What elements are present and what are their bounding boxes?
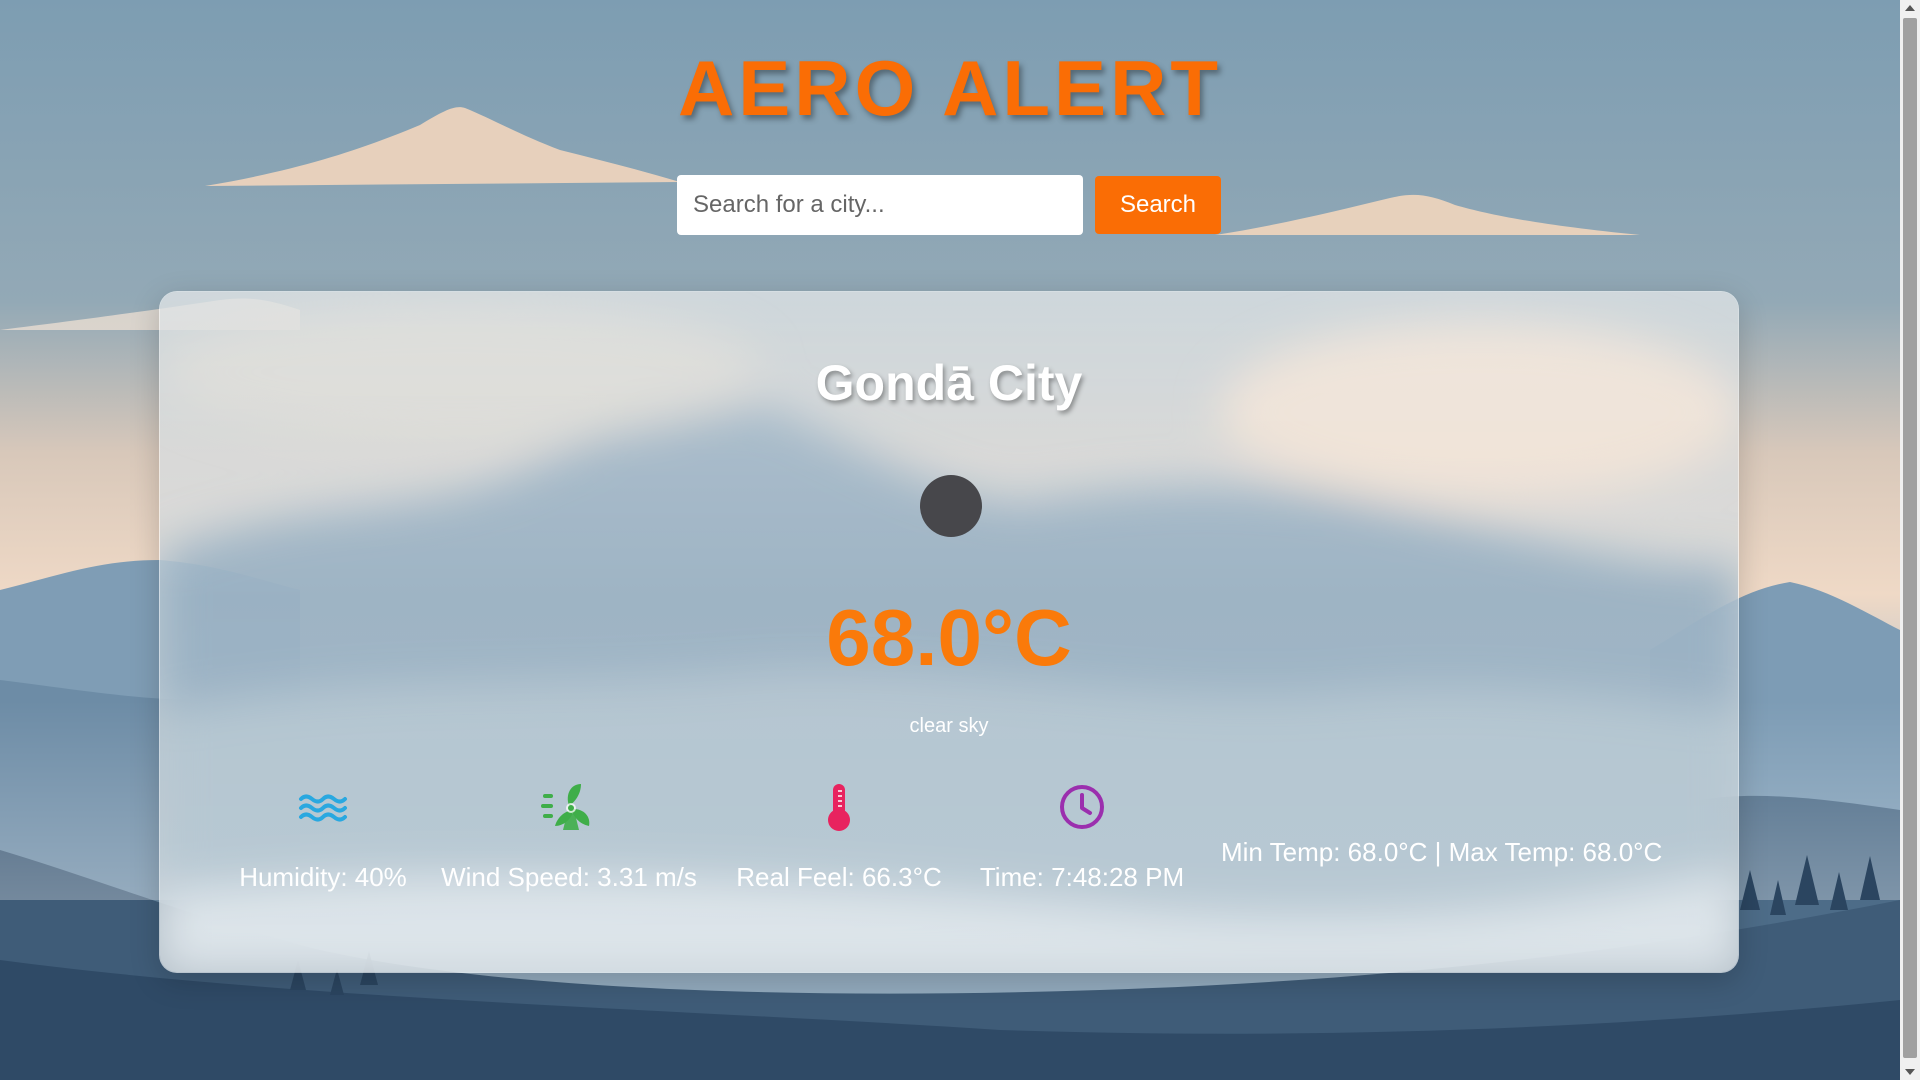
wind-fan-icon [541, 784, 590, 830]
scroll-up-arrow-icon[interactable] [1905, 5, 1915, 11]
humidity-label: Humidity: 40% [239, 862, 407, 892]
humidity-stat: Humidity: 40% [238, 782, 408, 893]
app-title: AERO ALERT [677, 44, 1223, 132]
real-feel-label: Real Feel: 66.3°C [736, 862, 942, 892]
weather-description: clear sky [909, 715, 989, 737]
temperature: 68.0°C [826, 593, 1072, 682]
thermometer-icon [828, 784, 850, 831]
city-search-input[interactable] [677, 175, 1083, 235]
weather-card: Gondā City 68.0°C clear sky Humidity: 40… [159, 291, 1739, 973]
time-stat: Time: 7:48:28 PM [979, 782, 1185, 893]
weather-icon [920, 475, 982, 537]
clock-icon [1060, 785, 1104, 829]
time-label: Time: 7:48:28 PM [979, 862, 1185, 892]
city-name: Gondā City [815, 355, 1083, 411]
search-bar: Search [677, 175, 1221, 235]
page: AERO ALERT Search Gondā City 68.0°C [0, 0, 1920, 1080]
scroll-down-arrow-icon[interactable] [1905, 1069, 1915, 1075]
humidity-waves-icon [299, 794, 347, 822]
vertical-scrollbar[interactable] [1900, 0, 1920, 1080]
scrollbar-thumb[interactable] [1903, 18, 1917, 1058]
min-max-temperature: Min Temp: 68.0°C | Max Temp: 68.0°C [1221, 837, 1663, 867]
wind-speed-label: Wind Speed: 3.31 m/s [441, 862, 697, 892]
real-feel-stat: Real Feel: 66.3°C [736, 782, 942, 893]
search-button[interactable]: Search [1095, 176, 1221, 234]
wind-speed-stat: Wind Speed: 3.31 m/s [441, 782, 697, 893]
